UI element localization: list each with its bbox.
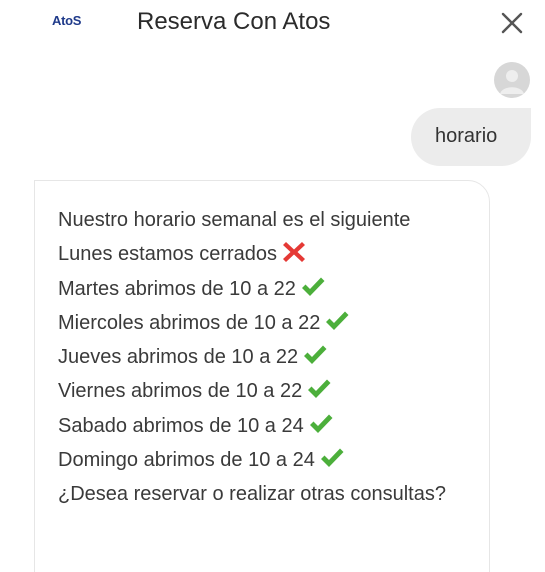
chat-window: AtoS Reserva Con Atos horario Nuestro ho… [0, 0, 545, 572]
bot-message-line-text: Jueves abrimos de 10 a 22 [58, 346, 299, 369]
close-icon [501, 12, 523, 34]
bot-message-line: Martes abrimos de 10 a 22 [58, 272, 483, 306]
check-mark-icon [326, 311, 349, 330]
close-button[interactable] [498, 9, 526, 37]
check-mark-icon [309, 414, 333, 433]
user-message-text: horario [435, 125, 498, 147]
bot-message-line-text: ¿Desea reservar o realizar otras consult… [58, 483, 446, 506]
check-mark-icon [301, 277, 325, 296]
bot-message-line-text: Miercoles abrimos de 10 a 22 [58, 311, 321, 334]
bot-message-bubble: Nuestro horario semanal es el siguiente L… [34, 180, 490, 572]
bot-message-lines: Nuestro horario semanal es el siguiente L… [58, 203, 483, 512]
chat-header: AtoS Reserva Con Atos [0, 0, 545, 48]
bot-message-line: Viernes abrimos de 10 a 22 [58, 374, 483, 408]
check-mark-icon [308, 379, 331, 399]
bot-message-line-text: Viernes abrimos de 10 a 22 [58, 380, 303, 403]
user-message-bubble: horario [411, 108, 531, 166]
atos-logo: AtoS [52, 13, 82, 28]
bot-message-line: Jueves abrimos de 10 a 22 [58, 340, 483, 374]
chat-title: Reserva Con Atos [137, 8, 331, 35]
bot-message-line: Miercoles abrimos de 10 a 22 [58, 306, 483, 340]
bot-message-line-text: Sabado abrimos de 10 a 24 [58, 414, 304, 437]
bot-message-line-text: Lunes estamos cerrados [58, 243, 278, 266]
check-mark-icon [304, 345, 327, 365]
bot-message-line: ¿Desea reservar o realizar otras consult… [58, 477, 483, 511]
bot-message-line-text: Nuestro horario semanal es el siguiente [58, 209, 411, 231]
user-avatar [494, 62, 530, 98]
bot-message-line: Sabado abrimos de 10 a 24 [58, 409, 483, 443]
bot-message-line-text: Martes abrimos de 10 a 22 [58, 277, 296, 300]
bot-message-line: Domingo abrimos de 10 a 24 [58, 443, 483, 477]
bot-message-line: Lunes estamos cerrados [58, 237, 483, 271]
cross-mark-icon [283, 242, 306, 263]
bot-message-line-text: Domingo abrimos de 10 a 24 [58, 449, 315, 472]
bot-message-line: Nuestro horario semanal es el siguiente [58, 203, 483, 237]
check-mark-icon [320, 448, 344, 468]
user-avatar-icon [500, 70, 524, 94]
